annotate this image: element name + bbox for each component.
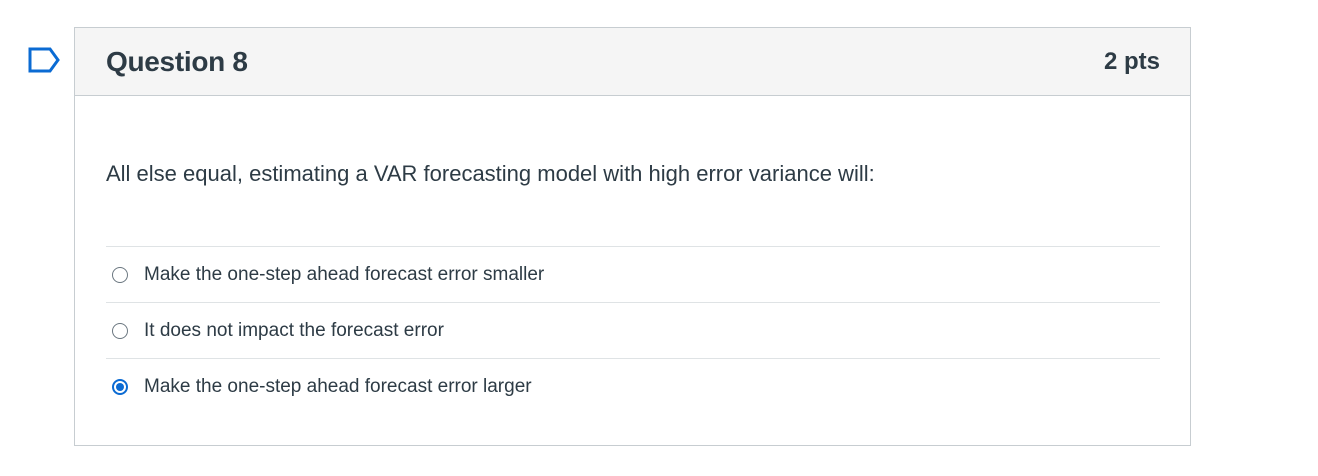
- answer-option-2[interactable]: It does not impact the forecast error: [106, 302, 1160, 358]
- answer-list: Make the one-step ahead forecast error s…: [106, 246, 1160, 414]
- question-body: All else equal, estimating a VAR forecas…: [75, 159, 1190, 414]
- answer-label-2: It does not impact the forecast error: [144, 319, 444, 341]
- answer-radio-1[interactable]: [112, 266, 128, 283]
- answer-option-1[interactable]: Make the one-step ahead forecast error s…: [106, 246, 1160, 302]
- flag-question-icon[interactable]: [28, 47, 60, 73]
- answer-label-1: Make the one-step ahead forecast error s…: [144, 263, 545, 285]
- answer-radio-3[interactable]: [112, 378, 128, 395]
- answer-radio-2[interactable]: [112, 322, 128, 339]
- question-card: Question 8 2 pts All else equal, estimat…: [74, 27, 1191, 446]
- answer-label-3: Make the one-step ahead forecast error l…: [144, 375, 532, 397]
- question-text: All else equal, estimating a VAR forecas…: [106, 161, 875, 186]
- question-header: Question 8 2 pts: [75, 28, 1190, 96]
- question-title: Question 8: [106, 45, 248, 77]
- question-points: 2 pts: [1103, 47, 1160, 75]
- answer-option-3[interactable]: Make the one-step ahead forecast error l…: [106, 358, 1160, 414]
